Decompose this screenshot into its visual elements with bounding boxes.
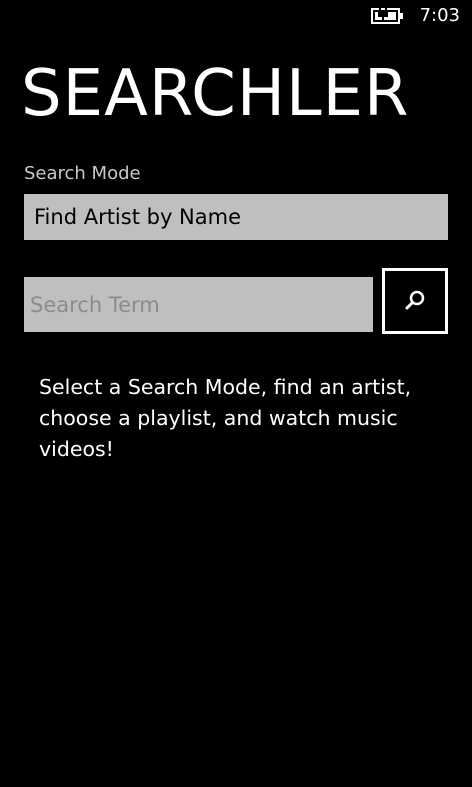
search-mode-select[interactable]: Find Artist by Name	[24, 194, 448, 240]
search-mode-selected-value: Find Artist by Name	[34, 205, 242, 229]
app-title: SEARCHLER	[21, 57, 410, 131]
instructions-text: Select a Search Mode, find an artist, ch…	[39, 375, 412, 461]
search-button[interactable]	[382, 268, 448, 334]
battery-charging-icon	[371, 6, 405, 26]
search-icon	[402, 287, 428, 316]
search-term-input[interactable]	[24, 277, 373, 332]
status-clock: 7:03	[419, 5, 460, 26]
status-bar: 7:03	[0, 0, 472, 32]
search-mode-label: Search Mode	[24, 163, 141, 184]
